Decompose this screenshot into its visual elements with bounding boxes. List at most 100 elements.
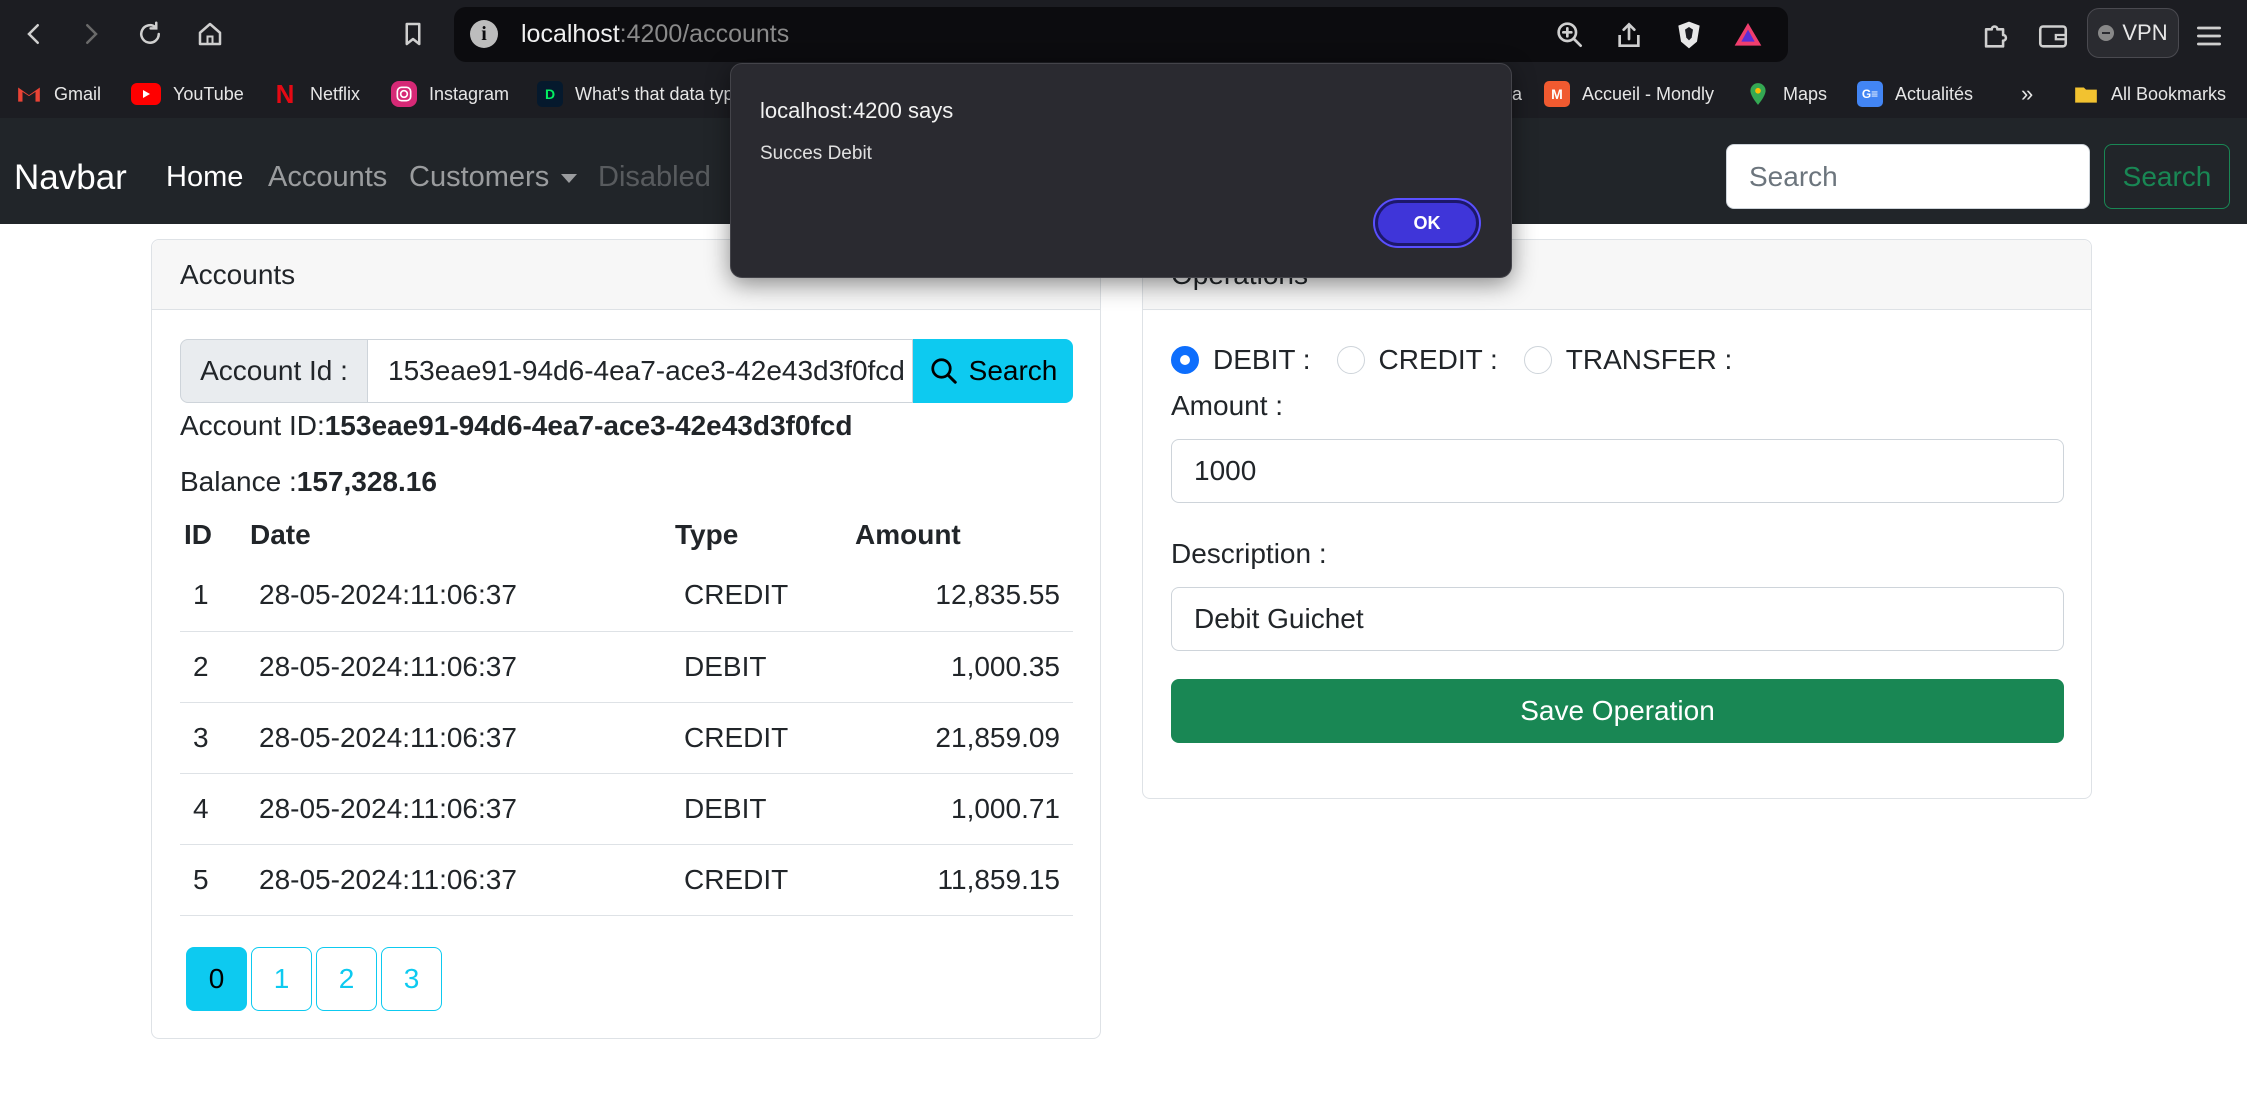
balance-display: Balance :157,328.16	[180, 466, 437, 497]
radio-credit-label[interactable]: CREDIT :	[1379, 344, 1498, 376]
description-label: Description :	[1171, 538, 1327, 569]
brave-rewards-icon[interactable]	[1732, 19, 1764, 51]
extensions-icon[interactable]	[1979, 18, 2013, 52]
bookmark-icon[interactable]	[393, 14, 433, 54]
vpn-status-icon	[2098, 25, 2115, 41]
alert-dialog: localhost:4200 says Succes Debit OK	[730, 63, 1512, 278]
news-icon: G≡	[1857, 81, 1883, 107]
search-icon	[931, 358, 957, 384]
reload-icon[interactable]	[130, 14, 170, 54]
account-search-button[interactable]: Search	[913, 339, 1073, 403]
dialog-message: Succes Debit	[760, 143, 872, 164]
navbar-search-button[interactable]: Search	[2104, 144, 2230, 209]
gmail-icon	[16, 81, 42, 107]
col-id: ID	[184, 519, 212, 550]
mondly-icon: M	[1544, 81, 1570, 107]
nav-dropdown-customers[interactable]: Customers	[409, 161, 578, 194]
cell-amount: 1,000.71	[851, 773, 1073, 845]
chevron-down-icon	[561, 173, 578, 183]
navbar-brand[interactable]: Navbar	[14, 158, 127, 198]
page-button-1[interactable]: 1	[251, 947, 312, 1011]
nav-link-accounts[interactable]: Accounts	[268, 161, 387, 194]
cell-type: DEBIT	[671, 773, 851, 845]
cell-id: 1	[180, 560, 246, 632]
operations-card: Operations DEBIT : CREDIT : TRANSFER : A…	[1142, 239, 2092, 799]
netflix-icon: N	[275, 78, 295, 109]
radio-transfer-label[interactable]: TRANSFER :	[1566, 344, 1732, 376]
account-id-display: Account ID:153eae91-94d6-4ea7-ace3-42e43…	[180, 410, 853, 441]
radio-transfer[interactable]	[1523, 346, 1552, 374]
cell-date: 28-05-2024:11:06:37	[246, 773, 671, 845]
bookmark-gmail[interactable]: Gmail	[16, 80, 101, 108]
account-id-label: Account Id :	[180, 339, 368, 403]
col-type: Type	[675, 519, 739, 550]
bookmark-netflix[interactable]: N Netflix	[272, 78, 360, 109]
wallet-icon[interactable]	[2036, 18, 2070, 52]
cell-amount: 12,835.55	[851, 560, 1073, 632]
operation-type-group: DEBIT : CREDIT : TRANSFER :	[1171, 344, 1758, 376]
bookmarks-overflow-button[interactable]: »	[2021, 80, 2033, 108]
bookmark-datacamp[interactable]: D What's that data typ	[537, 80, 734, 108]
save-operation-button[interactable]: Save Operation	[1171, 679, 2064, 743]
cell-date: 28-05-2024:11:06:37	[246, 631, 671, 703]
cell-type: CREDIT	[671, 844, 851, 916]
description-input[interactable]: Debit Guichet	[1171, 587, 2064, 651]
pagination: 0 1 2 3	[186, 947, 442, 1011]
page-button-3[interactable]: 3	[381, 947, 442, 1011]
cell-date: 28-05-2024:11:06:37	[246, 844, 671, 916]
all-bookmarks[interactable]: All Bookmarks	[2073, 80, 2226, 108]
site-info-icon[interactable]: i	[470, 20, 498, 48]
cell-date: 28-05-2024:11:06:37	[246, 702, 671, 774]
menu-icon[interactable]	[2193, 20, 2225, 52]
zoom-icon[interactable]	[1554, 19, 1586, 51]
account-id-input[interactable]: 153eae91-94d6-4ea7-ace3-42e43d3f0fcd	[367, 339, 913, 403]
cell-type: DEBIT	[671, 631, 851, 703]
cell-id: 4	[180, 773, 246, 845]
radio-debit-label[interactable]: DEBIT :	[1213, 344, 1311, 376]
brave-shields-icon[interactable]	[1673, 19, 1705, 51]
cell-amount: 1,000.35	[851, 631, 1073, 703]
home-icon[interactable]	[190, 14, 230, 54]
bookmark-instagram[interactable]: Instagram	[391, 80, 509, 108]
page-button-0[interactable]: 0	[186, 947, 247, 1011]
nav-link-home[interactable]: Home	[166, 161, 243, 194]
table-row: 4 28-05-2024:11:06:37 DEBIT 1,000.71	[180, 773, 1073, 845]
cell-amount: 11,859.15	[851, 844, 1073, 916]
address-bar[interactable]: i localhost:4200/accounts	[454, 7, 1788, 62]
cell-id: 3	[180, 702, 246, 774]
bookmark-partial[interactable]: a	[1512, 80, 1522, 108]
amount-input[interactable]: 1000	[1171, 439, 2064, 503]
bookmark-actualites[interactable]: G≡ Actualités	[1857, 80, 1973, 108]
browser-toolbar: i localhost:4200/accounts VPN	[0, 0, 2247, 70]
cell-type: CREDIT	[671, 702, 851, 774]
col-amount: Amount	[855, 519, 961, 550]
datacamp-icon: D	[537, 81, 563, 107]
bookmark-youtube[interactable]: YouTube	[131, 80, 244, 108]
cell-type: CREDIT	[671, 560, 851, 632]
url-text[interactable]: localhost:4200/accounts	[521, 20, 789, 49]
youtube-icon	[131, 83, 161, 105]
maps-icon	[1745, 81, 1771, 107]
table-row: 5 28-05-2024:11:06:37 CREDIT 11,859.15	[180, 844, 1073, 916]
forward-icon[interactable]	[71, 14, 111, 54]
page-button-2[interactable]: 2	[316, 947, 377, 1011]
amount-label: Amount :	[1171, 390, 1284, 421]
accounts-card: Accounts Account Id : 153eae91-94d6-4ea7…	[151, 239, 1101, 1039]
vpn-button[interactable]: VPN	[2087, 8, 2179, 58]
bookmark-mondly[interactable]: M Accueil - Mondly	[1544, 80, 1714, 108]
table-header-row: ID Date Type Amount	[180, 510, 1073, 560]
folder-icon	[2073, 81, 2099, 107]
radio-credit[interactable]	[1336, 346, 1365, 374]
dialog-title: localhost:4200 says	[760, 98, 954, 123]
navbar-search-input[interactable]: Search	[1726, 144, 2090, 209]
bookmark-maps[interactable]: Maps	[1745, 80, 1827, 108]
share-icon[interactable]	[1613, 19, 1645, 51]
table-row: 1 28-05-2024:11:06:37 CREDIT 12,835.55	[180, 560, 1073, 632]
table-row: 2 28-05-2024:11:06:37 DEBIT 1,000.35	[180, 631, 1073, 703]
dialog-ok-button[interactable]: OK	[1375, 200, 1479, 246]
col-date: Date	[250, 519, 311, 550]
back-icon[interactable]	[14, 14, 54, 54]
nav-link-disabled: Disabled	[598, 161, 711, 193]
radio-debit[interactable]	[1171, 346, 1199, 374]
cell-amount: 21,859.09	[851, 702, 1073, 774]
